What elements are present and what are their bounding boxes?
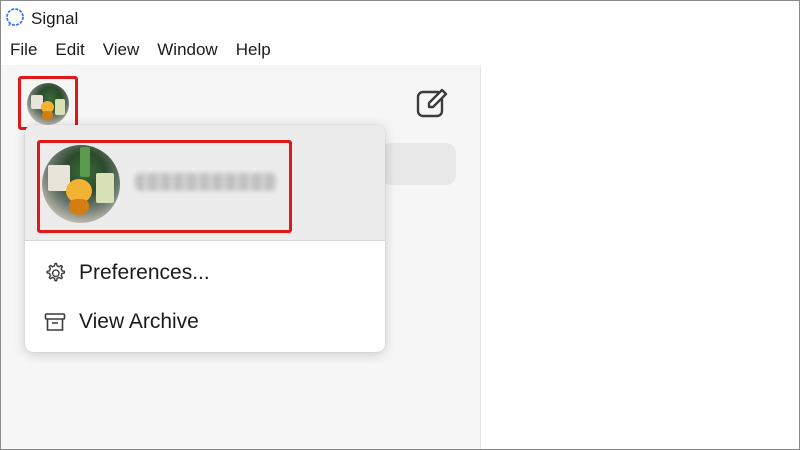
conversation-pane bbox=[481, 65, 799, 449]
profile-name-blurred bbox=[135, 173, 277, 191]
compose-icon[interactable] bbox=[415, 87, 449, 121]
title-bar: Signal bbox=[1, 1, 799, 35]
view-archive-menu-item[interactable]: View Archive bbox=[25, 300, 385, 344]
avatar[interactable] bbox=[27, 83, 69, 125]
window-title: Signal bbox=[31, 9, 79, 28]
preferences-menu-item[interactable]: Preferences... bbox=[25, 251, 385, 295]
menu-help[interactable]: Help bbox=[236, 40, 271, 60]
preferences-label: Preferences... bbox=[79, 261, 210, 284]
menu-edit[interactable]: Edit bbox=[55, 40, 84, 60]
search-input[interactable] bbox=[381, 143, 456, 185]
app-window: Signal File Edit View Window Help Prefer… bbox=[0, 0, 800, 450]
menu-divider bbox=[25, 240, 385, 241]
view-archive-label: View Archive bbox=[79, 310, 199, 333]
archive-icon bbox=[44, 313, 66, 331]
menu-view[interactable]: View bbox=[103, 40, 140, 60]
menu-window[interactable]: Window bbox=[157, 40, 217, 60]
avatar-highlight-box bbox=[18, 76, 78, 130]
menu-bar: File Edit View Window Help bbox=[1, 37, 799, 63]
profile-avatar-large[interactable] bbox=[42, 145, 120, 223]
menu-file[interactable]: File bbox=[10, 40, 37, 60]
gear-icon bbox=[46, 262, 66, 282]
signal-logo-icon bbox=[6, 8, 24, 26]
